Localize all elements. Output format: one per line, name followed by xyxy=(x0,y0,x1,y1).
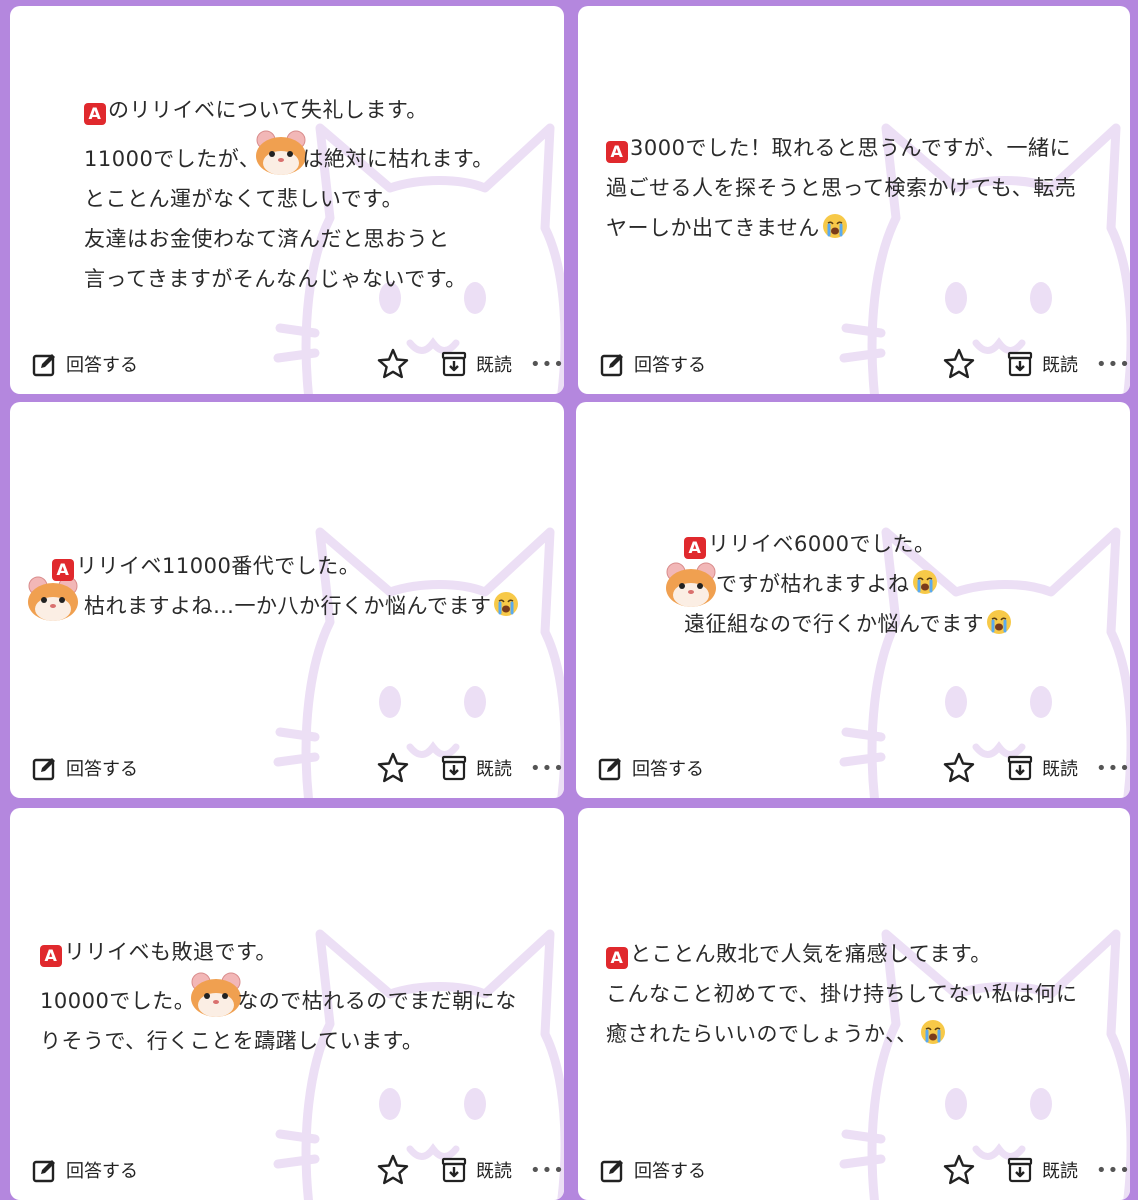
archive-icon xyxy=(440,754,468,782)
answer-button[interactable]: 回答する xyxy=(600,351,706,377)
answer-button[interactable]: 回答する xyxy=(32,1157,138,1183)
edit-icon xyxy=(600,351,626,377)
question-text: A リリイベ11000番代でした。 枯れますよね…一か八か行くか悩んでます xyxy=(52,546,519,626)
edit-icon xyxy=(32,755,58,781)
question-card: A とことん敗北で人気を痛感してます。 こんなこと初めてで、掛け持ちしてない私は何… xyxy=(578,808,1130,1200)
more-dots-icon[interactable]: ••• xyxy=(1096,1160,1130,1181)
question-text: A 3000でした！取れると思うんですが、一緒に 過ごせる人を探そうと思って検索か… xyxy=(606,136,1077,240)
letter-a-badge: A xyxy=(684,537,706,559)
read-button[interactable]: 既読 xyxy=(1006,1156,1078,1184)
answer-button[interactable]: 回答する xyxy=(600,1157,706,1183)
archive-icon xyxy=(1006,350,1034,378)
archive-icon xyxy=(1006,1156,1034,1184)
question-card: A リリイベ11000番代でした。 枯れますよね…一か八か行くか悩んでます 回答す… xyxy=(10,402,564,798)
crying-face-emoji xyxy=(986,609,1012,635)
star-icon[interactable] xyxy=(942,751,976,785)
hamster-emoji xyxy=(189,972,243,1018)
question-text: A リリイベ6000でした。 ですが枯れますよね 遠征組なので行くか悩んでます xyxy=(684,524,1012,644)
hamster-emoji xyxy=(254,130,308,176)
question-card: A 3000でした！取れると思うんですが、一緒に 過ごせる人を探そうと思って検索か… xyxy=(578,6,1130,394)
read-button[interactable]: 既読 xyxy=(1006,350,1078,378)
letter-a-badge: A xyxy=(40,945,62,967)
card-footer: 回答する 既読 ••• xyxy=(600,1152,1130,1188)
star-icon[interactable] xyxy=(376,1153,410,1187)
edit-icon xyxy=(32,351,58,377)
card-footer: 回答する 既読 ••• xyxy=(32,1152,564,1188)
answer-button[interactable]: 回答する xyxy=(32,351,138,377)
letter-a-badge: A xyxy=(606,947,628,969)
read-button[interactable]: 既読 xyxy=(440,754,512,782)
card-footer: 回答する 既読 ••• xyxy=(32,750,564,786)
star-icon[interactable] xyxy=(376,751,410,785)
star-icon[interactable] xyxy=(942,1153,976,1187)
question-card: A リリイベ6000でした。 ですが枯れますよね 遠征組なので行くか悩んでます 回… xyxy=(576,402,1130,798)
edit-icon xyxy=(32,1157,58,1183)
question-text: A とことん敗北で人気を痛感してます。 こんなこと初めてで、掛け持ちしてない私は何… xyxy=(606,942,1078,1046)
question-card: A のリリイベについて失礼します。 11000でしたが、 は絶対に枯れます。 とこと… xyxy=(10,6,564,394)
more-dots-icon[interactable]: ••• xyxy=(530,354,564,375)
card-footer: 回答する 既読 ••• xyxy=(600,346,1130,382)
more-dots-icon[interactable]: ••• xyxy=(530,758,564,779)
letter-a-badge: A xyxy=(606,141,628,163)
card-footer: 回答する 既読 ••• xyxy=(598,750,1130,786)
edit-icon xyxy=(600,1157,626,1183)
edit-icon xyxy=(598,755,624,781)
crying-face-emoji xyxy=(912,569,938,595)
crying-face-emoji xyxy=(822,213,848,239)
star-icon[interactable] xyxy=(376,347,410,381)
more-dots-icon[interactable]: ••• xyxy=(1096,354,1130,375)
question-text: A のリリイベについて失礼します。 11000でしたが、 は絶対に枯れます。 とこと… xyxy=(84,98,494,291)
answer-button[interactable]: 回答する xyxy=(32,755,138,781)
archive-icon xyxy=(440,1156,468,1184)
read-button[interactable]: 既読 xyxy=(440,350,512,378)
letter-a-badge: A xyxy=(52,559,74,581)
question-card: A リリイベも敗退です。 10000でした。 なので枯れるのでまだ朝にな りそうで、… xyxy=(10,808,564,1200)
archive-icon xyxy=(440,350,468,378)
question-text: A リリイベも敗退です。 10000でした。 なので枯れるのでまだ朝にな りそうで、… xyxy=(40,940,517,1053)
crying-face-emoji xyxy=(493,591,519,617)
letter-a-badge: A xyxy=(84,103,106,125)
read-button[interactable]: 既読 xyxy=(440,1156,512,1184)
crying-face-emoji xyxy=(920,1019,946,1045)
read-button[interactable]: 既読 xyxy=(1006,754,1078,782)
star-icon[interactable] xyxy=(942,347,976,381)
more-dots-icon[interactable]: ••• xyxy=(530,1160,564,1181)
answer-button[interactable]: 回答する xyxy=(598,755,704,781)
archive-icon xyxy=(1006,754,1034,782)
card-footer: 回答する 既読 ••• xyxy=(32,346,564,382)
more-dots-icon[interactable]: ••• xyxy=(1096,758,1130,779)
